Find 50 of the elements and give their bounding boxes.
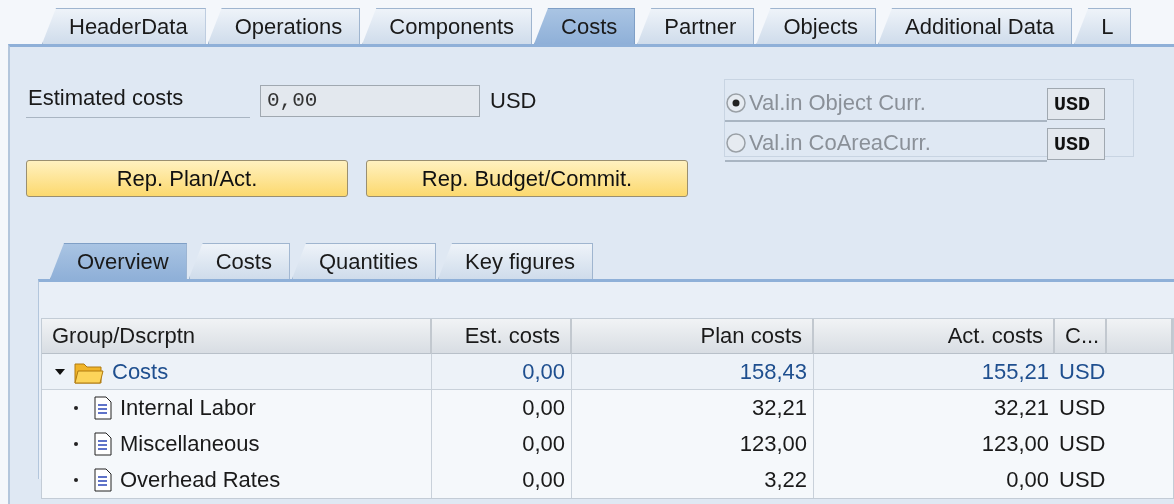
report-button[interactable]: Rep. Budget/Commit. bbox=[366, 160, 688, 197]
tab[interactable]: Components bbox=[362, 8, 532, 44]
table-cell-text: USD bbox=[1058, 466, 1107, 494]
row-label[interactable]: Overhead Rates bbox=[120, 467, 281, 493]
tab[interactable]: Partner bbox=[637, 8, 755, 44]
table-cell: 0,00 bbox=[432, 462, 572, 498]
column-header[interactable]: C... bbox=[1055, 319, 1107, 354]
table-cell-text: USD bbox=[1058, 430, 1107, 458]
table-cell: 0,00 bbox=[432, 426, 572, 462]
radio-label: Val.in CoAreaCurr. bbox=[749, 130, 931, 156]
tab[interactable]: Costs bbox=[534, 8, 636, 44]
row-label[interactable]: Miscellaneous bbox=[120, 431, 260, 457]
table-cell: 123,00 bbox=[572, 426, 814, 462]
table-cell-text: 32,21 bbox=[992, 394, 1050, 422]
estimated-costs-field[interactable]: 0,00 bbox=[260, 84, 480, 117]
row-label[interactable]: Costs bbox=[112, 358, 169, 385]
row-label[interactable]: Internal Labor bbox=[120, 395, 256, 421]
tab[interactable]: L bbox=[1074, 8, 1132, 44]
tab[interactable]: Objects bbox=[756, 8, 876, 44]
bullet-icon bbox=[74, 442, 78, 446]
table-cell: 3,22 bbox=[572, 462, 814, 498]
table-cell: 0,00 bbox=[432, 354, 572, 390]
tab[interactable]: Quantities bbox=[291, 243, 436, 279]
column-header[interactable]: Group/Dscrptn bbox=[42, 319, 432, 354]
document-icon bbox=[94, 396, 112, 420]
column-header[interactable]: Act. costs bbox=[814, 319, 1055, 354]
tab[interactable]: HeaderData bbox=[42, 8, 206, 44]
report-button[interactable]: Rep. Plan/Act. bbox=[26, 160, 348, 197]
document-icon bbox=[94, 432, 112, 456]
tab[interactable]: Key figures bbox=[438, 243, 594, 279]
table-cell: 158,43 bbox=[572, 354, 814, 390]
bullet-icon bbox=[74, 478, 78, 482]
tab[interactable]: Operations bbox=[207, 8, 361, 44]
column-header[interactable]: Est. costs bbox=[432, 319, 572, 354]
table-cell: 155,21 bbox=[814, 354, 1055, 390]
currency-label: USD bbox=[490, 87, 537, 114]
column-header[interactable]: Plan costs bbox=[572, 319, 814, 354]
table-cell: 0,00 bbox=[432, 390, 572, 426]
tab[interactable]: Costs bbox=[188, 243, 290, 279]
table-cell: USD bbox=[1055, 354, 1107, 390]
bullet-icon bbox=[74, 406, 78, 410]
tab[interactable]: Overview bbox=[50, 243, 187, 279]
tab[interactable]: Additional Data bbox=[878, 8, 1073, 44]
table-cell-text: 0,00 bbox=[1005, 466, 1050, 494]
table-cell-text: 123,00 bbox=[980, 430, 1050, 458]
table-cell-text: USD bbox=[1058, 394, 1107, 422]
document-icon bbox=[94, 468, 112, 492]
field-label: Estimated costs bbox=[26, 83, 250, 118]
radio-label: Val.in Object Curr. bbox=[749, 90, 926, 116]
table-cell: 32,21 bbox=[572, 390, 814, 426]
